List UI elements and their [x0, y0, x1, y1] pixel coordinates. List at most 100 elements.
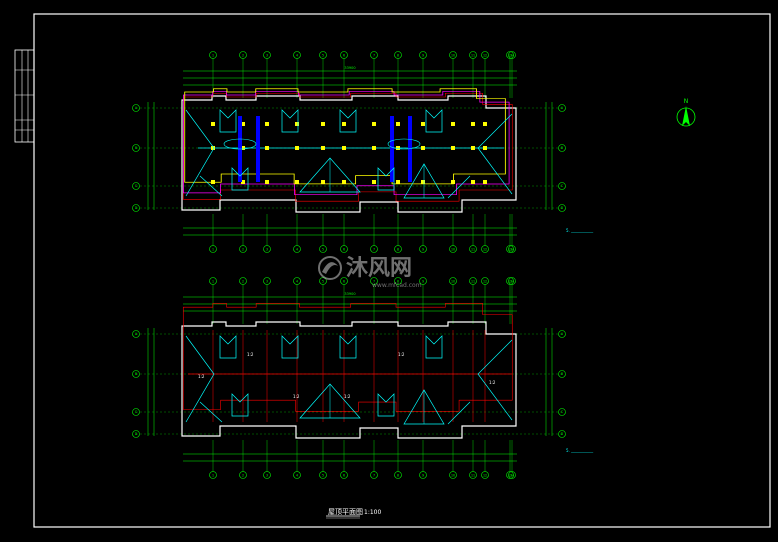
drawing-scale: 1:100: [364, 509, 381, 516]
slope-label: 1:2: [398, 352, 405, 357]
dormer: [281, 335, 299, 359]
roof-plan-upper: 339001 2 3 4 5 6 7 8 9 10 11 12 13141 2 3 4 5 6 7 8 9 10 11 12 1…: [132, 51, 566, 253]
axis-label: 11: [471, 474, 475, 478]
axis-label: 9: [422, 54, 424, 58]
column: [396, 122, 400, 126]
column: [295, 146, 299, 150]
axis-label: 10: [451, 54, 455, 58]
hip-line: [185, 335, 215, 423]
axis-label: 8: [397, 54, 399, 58]
axis-label: 3: [266, 248, 268, 252]
column: [471, 122, 475, 126]
axis-label: 5: [322, 474, 324, 478]
axis-label: 6: [343, 54, 345, 58]
column: [372, 122, 376, 126]
column: [451, 180, 455, 184]
column: [451, 146, 455, 150]
axis-label: 6: [343, 474, 345, 478]
column: [342, 180, 346, 184]
axis-label: A: [561, 332, 564, 336]
axis-label: 2: [242, 54, 244, 58]
axis-label: 14: [510, 280, 514, 284]
dormer: [231, 393, 249, 417]
column: [321, 146, 325, 150]
watermark-name: 沐风网: [346, 256, 412, 281]
axis-label: 11: [471, 54, 475, 58]
north-label: N: [684, 98, 689, 105]
hip-line: [199, 401, 471, 425]
slope-label: 1:2: [489, 380, 496, 385]
axis-label: 9: [422, 280, 424, 284]
wall-line: [182, 93, 513, 202]
drawing-title-block: 屋顶平面图 1:100: [326, 508, 381, 519]
axis-label: 1: [212, 280, 214, 284]
axis-label: 7: [373, 474, 375, 478]
axis-label: 3: [266, 280, 268, 284]
slope-label: 1:2: [198, 374, 205, 379]
axis-label: B: [561, 372, 563, 376]
axis-label: A: [135, 332, 138, 336]
overall-dimension: 33900: [344, 66, 355, 70]
dormer: [219, 335, 237, 359]
column: [321, 180, 325, 184]
column: [421, 122, 425, 126]
column: [471, 180, 475, 184]
axis-label: 9: [422, 248, 424, 252]
column: [372, 146, 376, 150]
drawing-title: 屋顶平面图: [328, 508, 363, 516]
column: [265, 122, 269, 126]
plan-note-upper: 5. ___________: [566, 228, 594, 233]
axis-label: 1: [212, 54, 214, 58]
axis-label: B: [561, 146, 563, 150]
axis-label: 1: [212, 248, 214, 252]
building-outline: [181, 321, 517, 439]
dormer: [377, 393, 395, 417]
axis-label: D: [561, 206, 564, 210]
axis-label: 12: [483, 474, 487, 478]
axis-label: 4: [296, 280, 298, 284]
axis-label: 11: [471, 280, 475, 284]
axis-label: 14: [510, 474, 514, 478]
column: [295, 122, 299, 126]
column: [483, 180, 487, 184]
axis-label: 2: [242, 280, 244, 284]
column: [483, 122, 487, 126]
slope-label: 1:2: [247, 352, 254, 357]
dormer: [219, 109, 237, 133]
axis-label: B: [135, 146, 137, 150]
axis-label: 5: [322, 54, 324, 58]
slope-label: 1:2: [344, 394, 351, 399]
axis-label: 10: [451, 248, 455, 252]
axis-label: 2: [242, 474, 244, 478]
axis-label: 1: [212, 474, 214, 478]
column: [396, 180, 400, 184]
column: [451, 122, 455, 126]
axis-label: 2: [242, 248, 244, 252]
axis-label: B: [135, 372, 137, 376]
axis-label: 6: [343, 248, 345, 252]
column: [372, 180, 376, 184]
column: [396, 146, 400, 150]
axis-label: A: [135, 106, 138, 110]
axis-label: 3: [266, 474, 268, 478]
column: [342, 122, 346, 126]
dormer: [425, 109, 443, 133]
column: [471, 146, 475, 150]
axis-label: C: [135, 184, 138, 188]
axis-label: D: [135, 206, 138, 210]
dormer: [425, 335, 443, 359]
watermark-url: www.mfcad.com: [372, 282, 422, 289]
axis-label: 14: [510, 54, 514, 58]
column: [321, 122, 325, 126]
axis-label: 11: [471, 248, 475, 252]
roof-plan-lower: 339001 2 3 4 5 6 7 8 9 10 11 12 13141 2 3 4 5 6 7 8 9 10 11 12 1…: [132, 277, 566, 479]
column: [421, 180, 425, 184]
axis-label: 10: [451, 474, 455, 478]
axis-label: 7: [373, 248, 375, 252]
column: [342, 146, 346, 150]
axis-label: 6: [343, 280, 345, 284]
axis-label: 4: [296, 474, 298, 478]
dormer: [339, 335, 357, 359]
axis-label: 14: [510, 248, 514, 252]
column: [483, 146, 487, 150]
